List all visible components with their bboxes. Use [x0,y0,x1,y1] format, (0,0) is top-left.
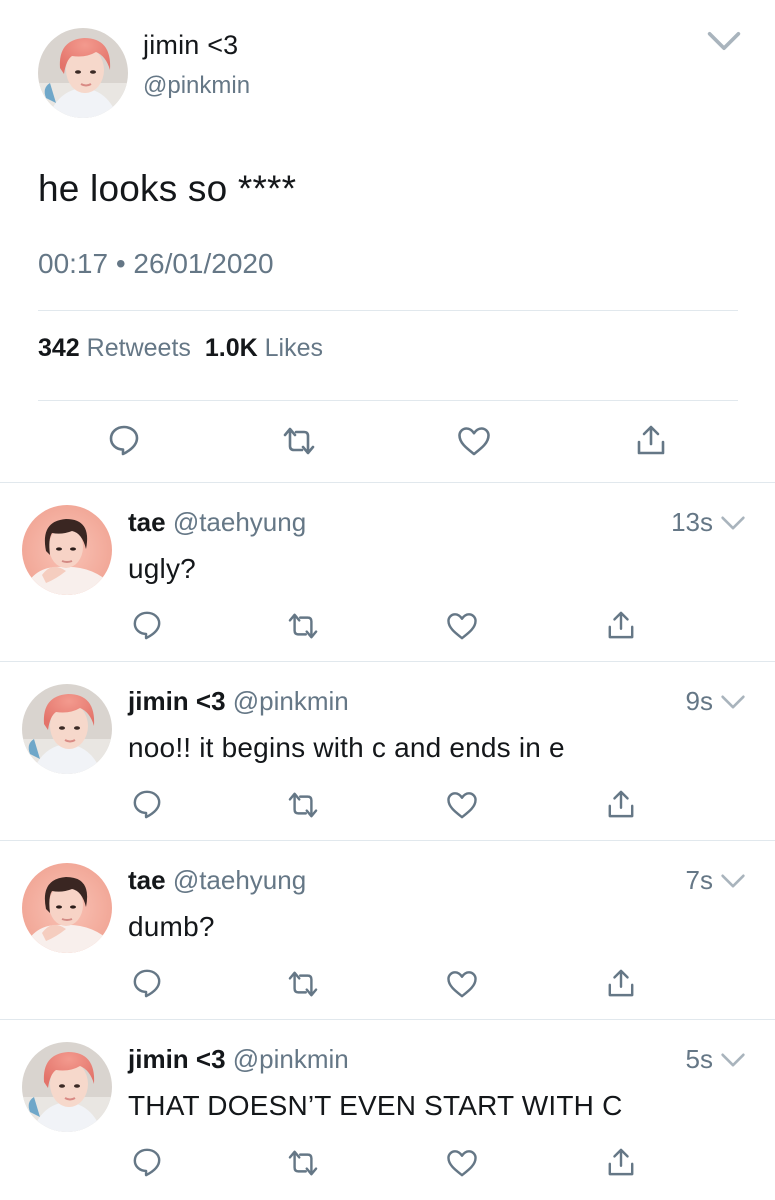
like-icon[interactable] [457,426,491,456]
display-name[interactable]: tae [128,507,166,537]
avatar[interactable] [22,1042,112,1132]
like-icon[interactable] [446,612,478,640]
share-icon[interactable] [607,1147,635,1177]
share-icon[interactable] [607,789,635,819]
share-icon[interactable] [607,610,635,640]
user-handle[interactable]: @taehyung [173,865,306,895]
main-tweet: jimin <3 @pinkmin he looks so **** 00:17… [0,0,775,482]
reply-text: dumb? [128,911,215,942]
user-handle[interactable]: @pinkmin [233,1044,349,1074]
profile-photo-icon [22,505,112,595]
display-name[interactable]: jimin <3 [143,30,238,61]
like-count: 1.0K [204,334,258,362]
tweet-actions [0,608,775,644]
reply-header: tae @taehyung [128,865,306,896]
display-name[interactable]: jimin <3 [128,686,226,716]
chevron-down-icon[interactable] [720,694,746,712]
divider [38,310,738,311]
reply-time: 7s [685,865,713,895]
reply-text: noo!! it begins with c and ends in e [128,732,565,763]
profile-photo-icon [22,863,112,953]
tweet-text: he looks so **** [38,168,297,209]
retweet-icon[interactable] [287,791,319,819]
reply-text: THAT DOESN’T EVEN START WITH C [128,1090,623,1121]
reply-time: 9s [685,686,713,716]
like-icon[interactable] [446,791,478,819]
retweets-link[interactable]: 342 Retweets [38,334,191,362]
reply-time: 5s [685,1044,713,1074]
divider [38,400,738,401]
reply-header: tae @taehyung [128,507,306,538]
profile-photo-icon [38,28,128,118]
avatar[interactable] [38,28,128,118]
reply-icon[interactable] [108,424,140,456]
retweet-count: 342 [38,334,80,362]
chevron-down-icon[interactable] [720,873,746,891]
reply-header: jimin <3 @pinkmin [128,1044,349,1075]
retweet-icon[interactable] [282,426,316,456]
reply-time: 13s [671,507,713,537]
reply-tweet[interactable]: jimin <3 @pinkmin 5s THAT DOESN’T EVEN S… [0,1020,775,1199]
tweet-actions [0,787,775,823]
likes-link[interactable]: 1.0K Likes [205,334,323,362]
profile-photo-icon [22,1042,112,1132]
tweet-actions [0,1145,775,1181]
retweet-icon[interactable] [287,612,319,640]
like-icon[interactable] [446,1149,478,1177]
engagement-stats: 342 Retweets 1.0K Likes [38,334,323,363]
retweet-label: Retweets [86,334,191,362]
tweet-actions [0,420,775,460]
reply-icon[interactable] [132,789,162,819]
avatar[interactable] [22,863,112,953]
chevron-down-icon[interactable] [706,30,742,54]
reply-icon[interactable] [132,968,162,998]
retweet-icon[interactable] [287,970,319,998]
reply-icon[interactable] [132,1147,162,1177]
reply-tweet[interactable]: tae @taehyung 13s ugly? [0,483,775,662]
reply-tweet[interactable]: jimin <3 @pinkmin 9s noo!! it begins wit… [0,662,775,841]
avatar[interactable] [22,684,112,774]
avatar[interactable] [22,505,112,595]
display-name[interactable]: tae [128,865,166,895]
user-handle[interactable]: @pinkmin [143,72,250,100]
reply-header: jimin <3 @pinkmin [128,686,349,717]
display-name[interactable]: jimin <3 [128,1044,226,1074]
tweet-actions [0,966,775,1002]
user-handle[interactable]: @taehyung [173,507,306,537]
profile-photo-icon [22,684,112,774]
share-icon[interactable] [607,968,635,998]
chevron-down-icon[interactable] [720,1052,746,1070]
share-icon[interactable] [636,424,666,456]
tweet-timestamp: 00:17 • 26/01/2020 [38,248,274,279]
retweet-icon[interactable] [287,1149,319,1177]
user-handle[interactable]: @pinkmin [233,686,349,716]
chevron-down-icon[interactable] [720,515,746,533]
like-icon[interactable] [446,970,478,998]
reply-icon[interactable] [132,610,162,640]
reply-tweet[interactable]: tae @taehyung 7s dumb? [0,841,775,1020]
like-label: Likes [264,334,324,362]
reply-text: ugly? [128,553,196,584]
